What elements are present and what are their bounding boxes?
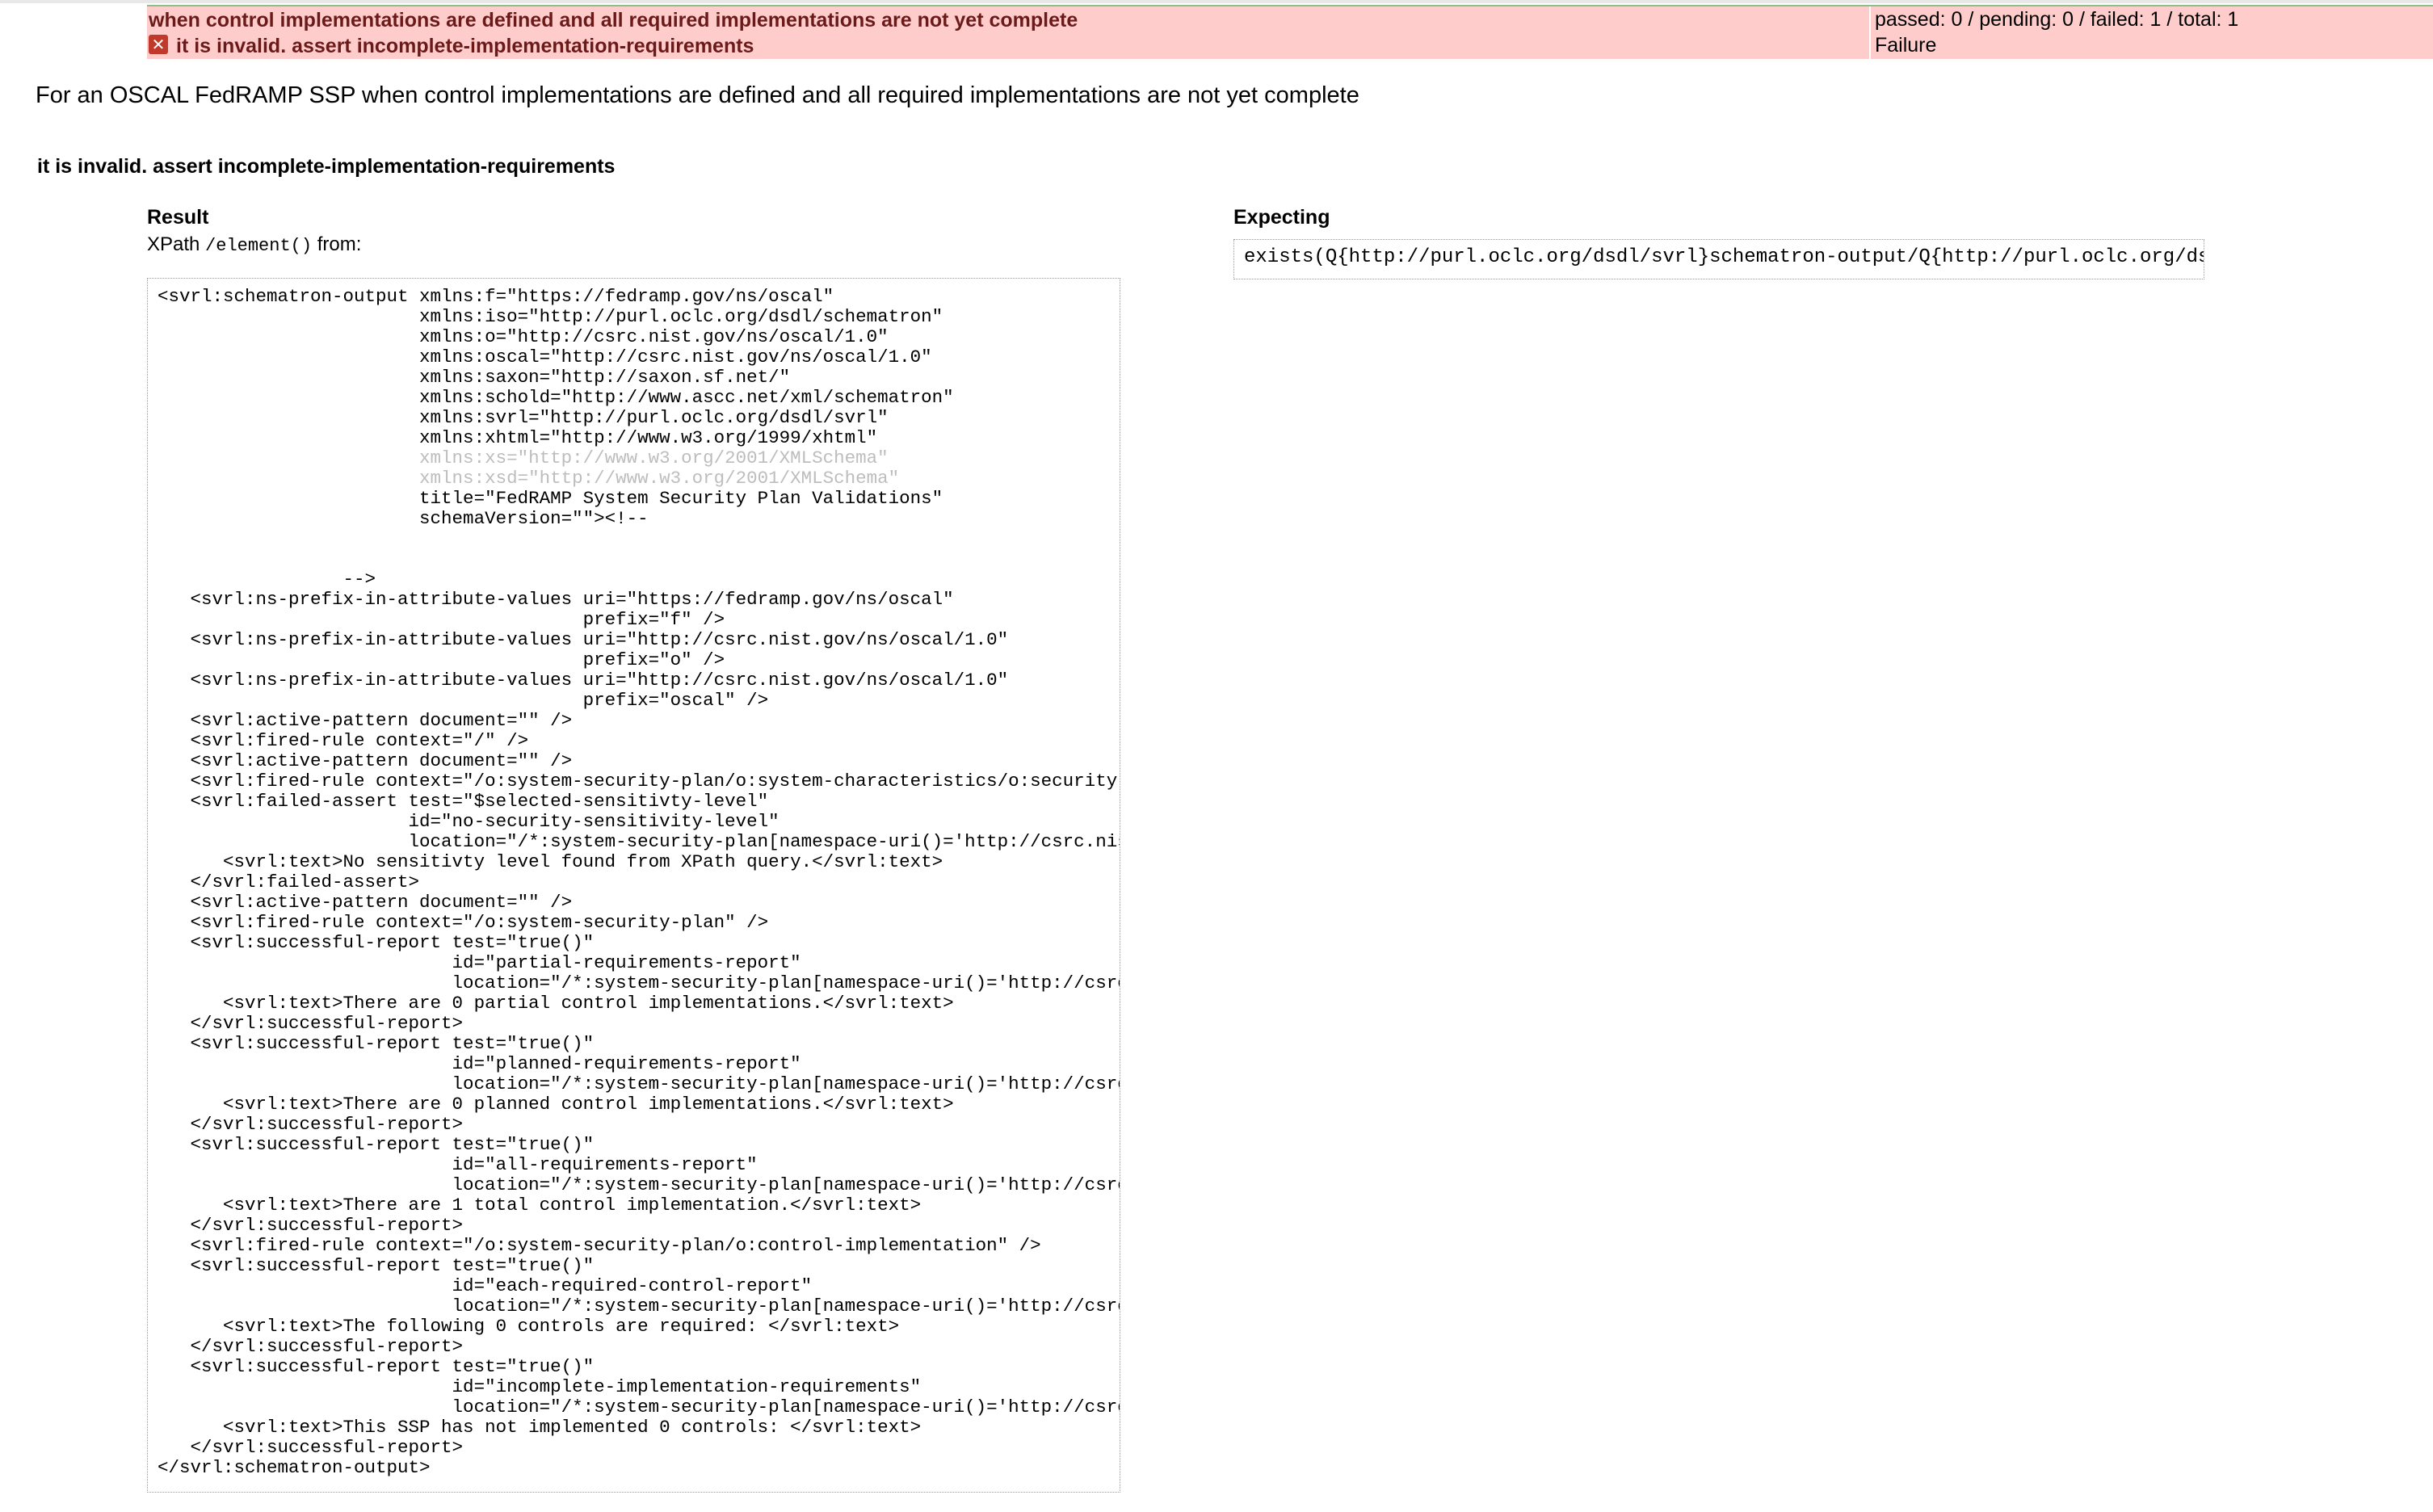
expecting-code-box[interactable]: exists(Q{http://purl.oclc.org/dsdl/svrl}… (1233, 239, 2204, 279)
test-summary-row[interactable]: ✕ it is invalid. assert incomplete-imple… (147, 32, 2433, 59)
column-divider (1869, 6, 1871, 33)
result-code-part-2: title="FedRAMP System Security Plan Vali… (158, 488, 1120, 1478)
xpath-code: /element() (205, 236, 313, 256)
expecting-code: exists(Q{http://purl.oclc.org/dsdl/svrl}… (1244, 246, 2204, 268)
xpath-suffix: from: (312, 233, 362, 255)
scenario-label[interactable]: when control implementations are defined… (149, 9, 1078, 32)
x-icon: ✕ (149, 35, 168, 54)
scenario-title: For an OSCAL FedRAMP SSP when control im… (36, 82, 1359, 108)
test-heading: it is invalid. assert incomplete-impleme… (37, 155, 616, 178)
xpath-prefix: XPath (147, 233, 206, 255)
result-code: <svrl:schematron-output xmlns:f="https:/… (158, 287, 1120, 1478)
xpath-description: XPath /element() from: (147, 233, 361, 256)
column-divider (1869, 32, 1871, 59)
expecting-label: Expecting (1233, 206, 1330, 229)
result-label: Result (147, 206, 209, 229)
scenario-summary-row[interactable]: when control implementations are defined… (147, 5, 2433, 33)
result-code-box[interactable]: <svrl:schematron-output xmlns:f="https:/… (147, 278, 1120, 1493)
result-code-part-1: <svrl:schematron-output xmlns:f="https:/… (158, 286, 954, 448)
test-label[interactable]: it is invalid. assert incomplete-impleme… (176, 35, 754, 58)
scenario-stats: passed: 0 / pending: 0 / failed: 1 / tot… (1875, 8, 2239, 31)
test-status: Failure (1875, 34, 1937, 57)
result-code-dimmed: xmlns:xs="http://www.w3.org/2001/XMLSche… (419, 447, 900, 489)
top-border (0, 0, 2433, 3)
